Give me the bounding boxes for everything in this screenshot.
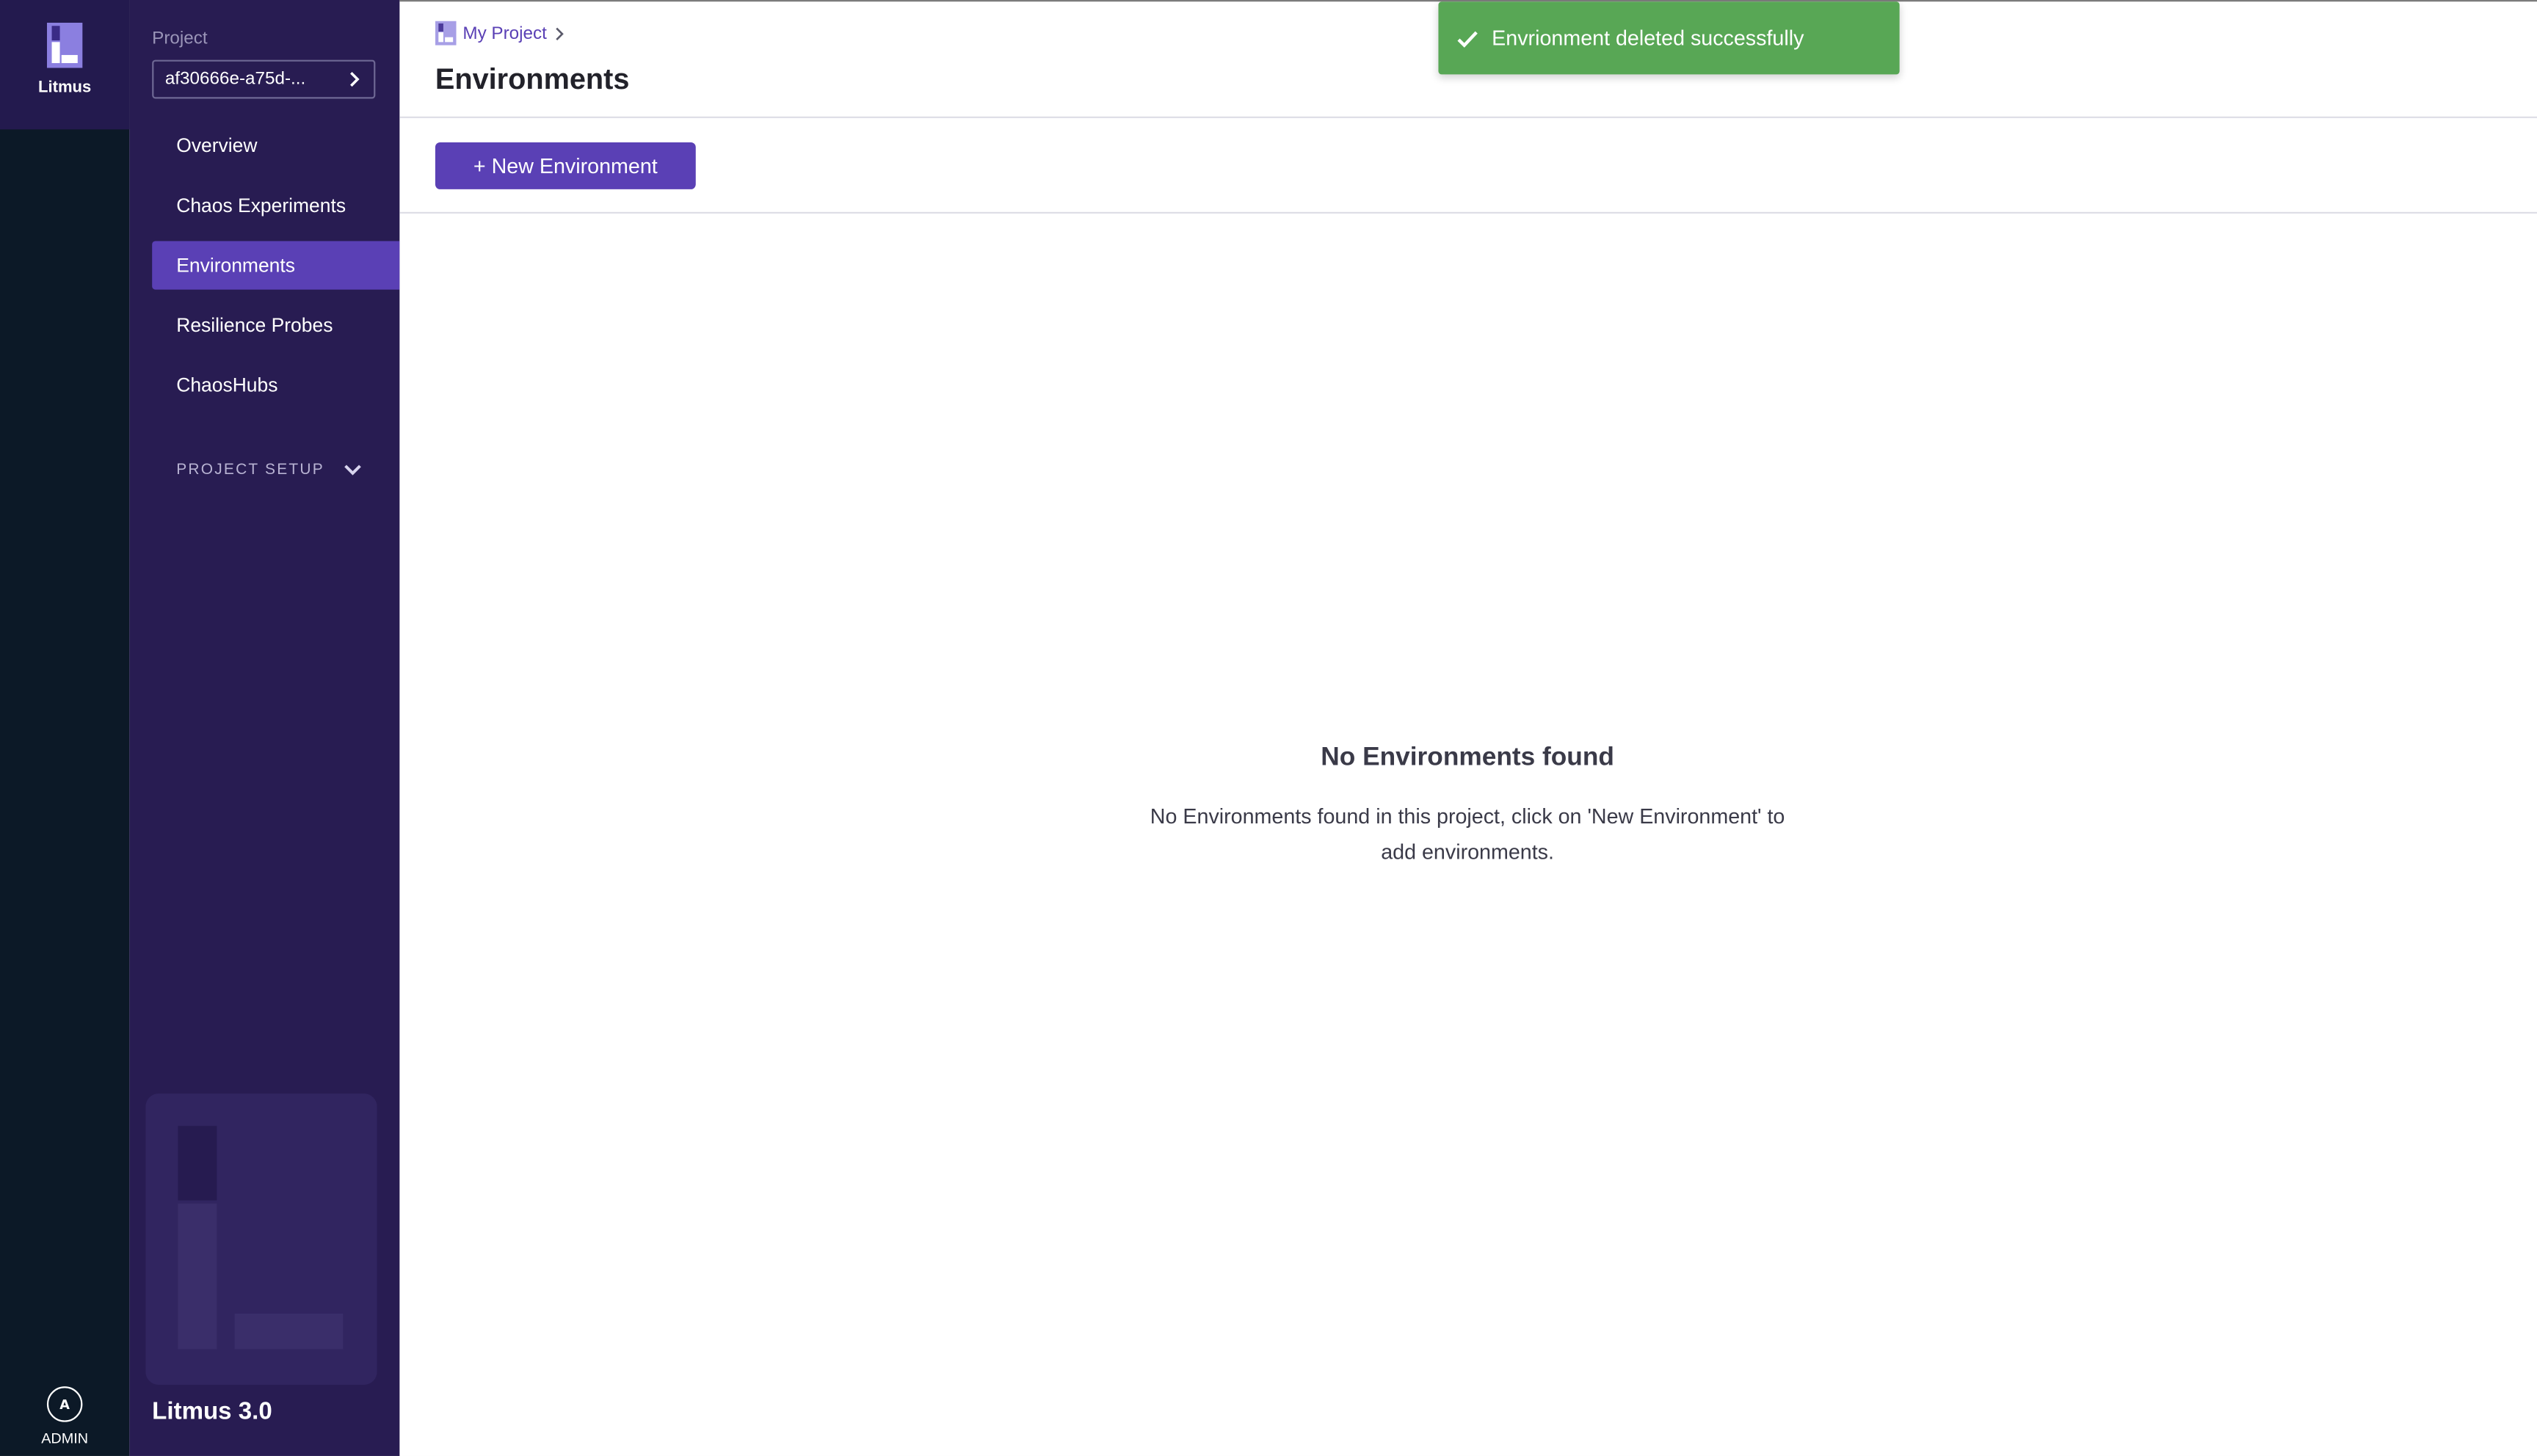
litmus-logo-icon (46, 22, 83, 68)
breadcrumb[interactable]: My Project (435, 21, 566, 46)
app-window: Litmus A ADMIN Project af30666e-a75d-...… (0, 0, 2537, 1456)
empty-state-text-line: add environments. (1381, 840, 1554, 864)
app-rail: Litmus A ADMIN (0, 0, 130, 1456)
empty-state-title: No Environments found (1321, 744, 1614, 772)
version-label: Litmus 3.0 (152, 1397, 272, 1426)
chevron-right-icon (556, 26, 564, 40)
litmus-illustration (145, 1093, 377, 1385)
sidebar-item-label: Overview (176, 134, 258, 157)
project-selector[interactable]: af30666e-a75d-... (152, 59, 376, 99)
sidebar-item-chaoshubs[interactable]: ChaosHubs (152, 361, 399, 410)
project-icon (435, 21, 457, 46)
sidebar-item-resilience-probes[interactable]: Resilience Probes (152, 301, 399, 349)
success-toast: Envrionment deleted successfully (1438, 1, 1900, 75)
sidebar-item-overview[interactable]: Overview (152, 121, 399, 170)
project-setup-toggle[interactable]: PROJECT SETUP (176, 461, 362, 479)
empty-state-text-line: No Environments found in this project, c… (1150, 804, 1785, 829)
check-icon (1457, 30, 1478, 47)
header-divider (399, 116, 2537, 118)
sidebar-item-environments[interactable]: Environments (152, 241, 400, 290)
chevron-right-icon (350, 71, 360, 87)
page-title: Environments (435, 62, 630, 96)
sidebar-item-label: Resilience Probes (176, 313, 333, 337)
user-menu[interactable]: A ADMIN (0, 1386, 129, 1446)
user-label: ADMIN (41, 1430, 89, 1446)
sidebar-item-label: ChaosHubs (176, 374, 278, 397)
sidebar-item-chaos-experiments[interactable]: Chaos Experiments (152, 181, 399, 230)
toolbar-divider (399, 211, 2537, 214)
main-content: My Project Environments + New Environmen… (399, 0, 2537, 1456)
sidebar-item-label: Chaos Experiments (176, 194, 346, 217)
empty-state-text: No Environments found in this project, c… (1128, 799, 1807, 870)
project-id: af30666e-a75d-... (164, 69, 306, 90)
breadcrumb-project[interactable]: My Project (462, 23, 547, 43)
brand-home-link[interactable]: Litmus (0, 0, 130, 130)
project-label: Project (152, 29, 208, 49)
toast-message: Envrionment deleted successfully (1492, 26, 1804, 51)
brand-label: Litmus (38, 79, 92, 98)
project-setup-label: PROJECT SETUP (176, 461, 324, 479)
sidebar-nav: Overview Chaos Experiments Environments … (152, 121, 400, 421)
chevron-down-icon (344, 465, 361, 476)
sidebar: Project af30666e-a75d-... Overview Chaos… (129, 0, 529, 1456)
sidebar-item-label: Environments (176, 254, 295, 277)
empty-state: No Environments found No Environments fo… (1128, 744, 1807, 870)
new-environment-button[interactable]: + New Environment (435, 142, 696, 189)
avatar[interactable]: A (46, 1386, 83, 1422)
